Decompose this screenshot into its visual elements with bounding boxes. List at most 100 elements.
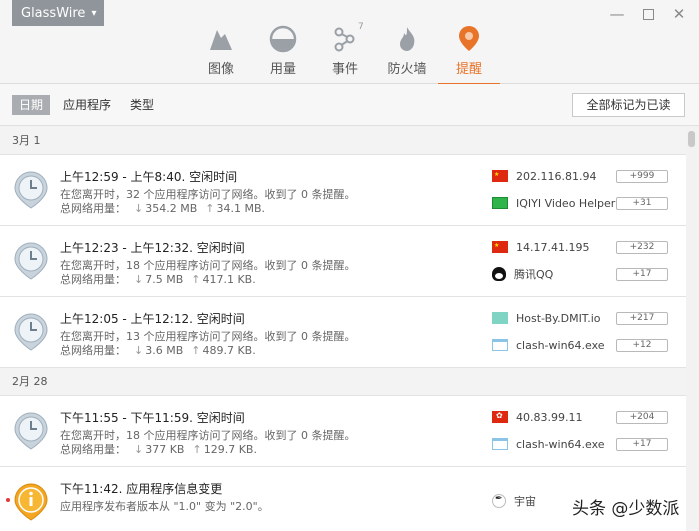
hong-kong-flag-icon: ✿ (492, 411, 508, 423)
upload-arrow-icon: ↑ (191, 273, 201, 286)
alert-title: 下午11:55 - 下午11:59. 空闲时间 (60, 411, 245, 425)
alert-title: 下午11:42. 应用程序信息变更 (60, 482, 223, 496)
usage-label: 总网络用量： (60, 202, 126, 215)
filter-type[interactable]: 类型 (130, 95, 154, 115)
graph-icon (210, 30, 232, 50)
alert-host[interactable]: Host-By.DMIT.io (492, 309, 601, 327)
host-name: 202.116.81.94 (516, 169, 597, 183)
alert-usage: 总网络用量： ↓ 377 KB ↑ 129.7 KB. (60, 441, 257, 457)
usage-label: 总网络用量： (60, 273, 126, 286)
alert-app[interactable]: clash-win64.exe (492, 336, 605, 354)
app-name: 宇宙 (514, 495, 536, 508)
alert-app[interactable]: 腾讯QQ (492, 265, 553, 283)
alert-app[interactable]: clash-win64.exe (492, 435, 605, 453)
maximize-button[interactable] (636, 4, 660, 24)
download-amount: 3.6 MB (145, 344, 184, 357)
app-menu-button[interactable]: GlassWire ▾ (12, 0, 104, 26)
info-icon (14, 483, 48, 521)
china-flag-icon: ★ (492, 241, 508, 253)
app-count-badge: +17 (616, 268, 668, 281)
upload-arrow-icon: ↑ (192, 443, 202, 456)
alert-row[interactable]: 上午12:05 - 上午12:12. 空闲时间 在您离开时，13 个应用程序访问… (0, 297, 686, 368)
upload-amount: 489.7 KB. (202, 344, 256, 357)
minimize-button[interactable]: — (605, 4, 629, 24)
clock-icon (14, 412, 48, 450)
date-group-header: 3月 1 (0, 127, 686, 155)
download-amount: 354.2 MB (145, 202, 198, 215)
app-count-badge: +12 (616, 339, 668, 352)
app-count-badge: +17 (616, 438, 668, 451)
alert-description: 应用程序发布者版本从 "1.0" 变为 "2.0"。 (60, 500, 269, 513)
mark-all-read-button[interactable]: 全部标记为已读 (572, 93, 685, 117)
tab-events-label: 事件 (331, 62, 358, 77)
download-arrow-icon: ↓ (134, 273, 144, 286)
upload-amount: 417.1 KB. (202, 273, 256, 286)
pen-icon: ✒ (492, 494, 506, 508)
minimize-icon: — (609, 5, 625, 23)
tab-alerts-label: 提醒 (455, 62, 482, 77)
alert-host[interactable]: ★ 202.116.81.94 (492, 167, 596, 185)
alert-title: 上午12:05 - 上午12:12. 空闲时间 (60, 312, 245, 326)
iqiyi-icon (492, 197, 508, 209)
app-name: GlassWire (21, 5, 86, 21)
host-name: 14.17.41.195 (516, 240, 590, 254)
unread-dot (6, 498, 10, 502)
close-button[interactable]: ✕ (667, 4, 691, 24)
tab-firewall[interactable]: 防火墙 (376, 20, 438, 84)
host-count-badge: +204 (616, 411, 668, 424)
download-amount: 377 KB (145, 443, 185, 456)
filter-bar: 日期 应用程序 类型 全部标记为已读 (0, 84, 699, 126)
chevron-down-icon: ▾ (91, 7, 97, 19)
alert-row[interactable]: 上午12:23 - 上午12:32. 空闲时间 在您离开时，18 个应用程序访问… (0, 226, 686, 297)
app-count-badge: +31 (616, 197, 668, 210)
usage-label: 总网络用量： (60, 443, 126, 456)
host-count-badge: +217 (616, 312, 668, 325)
tab-usage-label: 用量 (269, 62, 296, 77)
clock-icon (14, 242, 48, 280)
alerts-icon (459, 26, 479, 51)
tab-events[interactable]: 7 事件 (314, 20, 376, 84)
china-flag-icon: ★ (492, 170, 508, 182)
alert-title: 上午12:23 - 上午12:32. 空闲时间 (60, 241, 245, 255)
alert-host[interactable]: ★ 14.17.41.195 (492, 238, 589, 256)
app-name: 腾讯QQ (514, 268, 554, 281)
filter-app[interactable]: 应用程序 (63, 95, 111, 115)
window-app-icon (492, 339, 508, 351)
alert-host[interactable]: ✿ 40.83.99.11 (492, 408, 582, 426)
date-group-header: 2月 28 (0, 368, 686, 396)
qq-penguin-icon (492, 267, 506, 281)
host-count-badge: +232 (616, 241, 668, 254)
events-icon (334, 27, 355, 52)
top-navigation-bar: GlassWire ▾ — ✕ 图像 用量 7 事件 防火墙 提醒 (0, 0, 699, 85)
upload-arrow-icon: ↑ (205, 202, 215, 215)
alert-title: 上午12:59 - 上午8:40. 空闲时间 (60, 170, 238, 184)
close-icon: ✕ (672, 5, 686, 23)
host-count-badge: +999 (616, 170, 668, 183)
filter-date[interactable]: 日期 (12, 95, 51, 115)
events-badge: 7 (358, 22, 364, 32)
alert-row[interactable]: 下午11:55 - 下午11:59. 空闲时间 在您离开时，18 个应用程序访问… (0, 396, 686, 467)
usage-label: 总网络用量： (60, 344, 126, 357)
world-map-icon (492, 312, 508, 324)
download-arrow-icon: ↓ (134, 443, 144, 456)
tab-usage[interactable]: 用量 (252, 20, 314, 84)
alert-usage: 总网络用量： ↓ 3.6 MB ↑ 489.7 KB. (60, 342, 256, 358)
alert-usage: 总网络用量： ↓ 7.5 MB ↑ 417.1 KB. (60, 271, 256, 287)
tab-alerts[interactable]: 提醒 (438, 20, 500, 85)
upload-amount: 129.7 KB. (203, 443, 257, 456)
download-arrow-icon: ↓ (134, 202, 144, 215)
tab-firewall-label: 防火墙 (387, 62, 427, 77)
firewall-icon (400, 27, 415, 51)
tab-graph[interactable]: 图像 (190, 20, 252, 84)
alert-app[interactable]: IQIYI Video Helper (492, 194, 615, 212)
scrollbar-thumb[interactable] (688, 131, 695, 147)
maximize-icon (642, 8, 654, 20)
alert-list: 3月 1 上午12:59 - 上午8:40. 空闲时间 在您离开时，32 个应用… (0, 127, 686, 531)
alert-usage: 总网络用量： ↓ 354.2 MB ↑ 34.1 MB. (60, 200, 265, 216)
tab-graph-label: 图像 (207, 62, 234, 77)
alert-row[interactable]: 上午12:59 - 上午8:40. 空闲时间 在您离开时，32 个应用程序访问了… (0, 155, 686, 226)
upload-amount: 34.1 MB. (216, 202, 265, 215)
host-name: 40.83.99.11 (516, 410, 583, 424)
clock-icon (14, 313, 48, 351)
alert-app[interactable]: ✒ 宇宙 (492, 492, 536, 510)
